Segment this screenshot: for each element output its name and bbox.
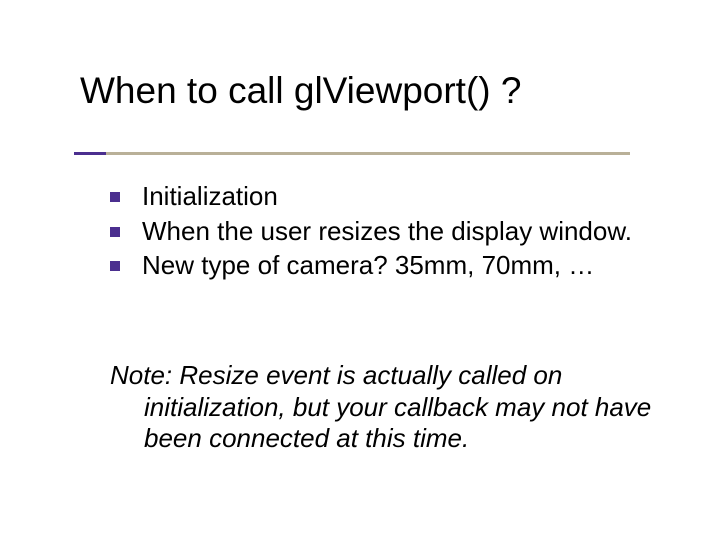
slide: When to call glViewport() ? Initializati… (0, 0, 720, 540)
bullet-icon (110, 227, 120, 237)
note-text: Note: Resize event is actually called on… (110, 360, 660, 455)
list-item: New type of camera? 35mm, 70mm, … (110, 249, 660, 282)
note-continuation: initialization, but your callback may no… (110, 392, 660, 455)
bullet-icon (110, 192, 120, 202)
bullet-text: When the user resizes the display window… (142, 215, 632, 248)
title-block: When to call glViewport() ? (80, 70, 680, 113)
list-item: When the user resizes the display window… (110, 215, 660, 248)
list-item: Initialization (110, 180, 660, 213)
title-underline-accent (74, 152, 106, 155)
bullet-text: New type of camera? 35mm, 70mm, … (142, 249, 594, 282)
title-underline-gray (100, 152, 630, 155)
bullet-text: Initialization (142, 180, 278, 213)
bullet-list: Initialization When the user resizes the… (110, 180, 660, 284)
note-block: Note: Resize event is actually called on… (110, 360, 660, 455)
bullet-icon (110, 261, 120, 271)
slide-title: When to call glViewport() ? (80, 70, 680, 113)
note-first-line: Note: Resize event is actually called on (110, 360, 562, 390)
